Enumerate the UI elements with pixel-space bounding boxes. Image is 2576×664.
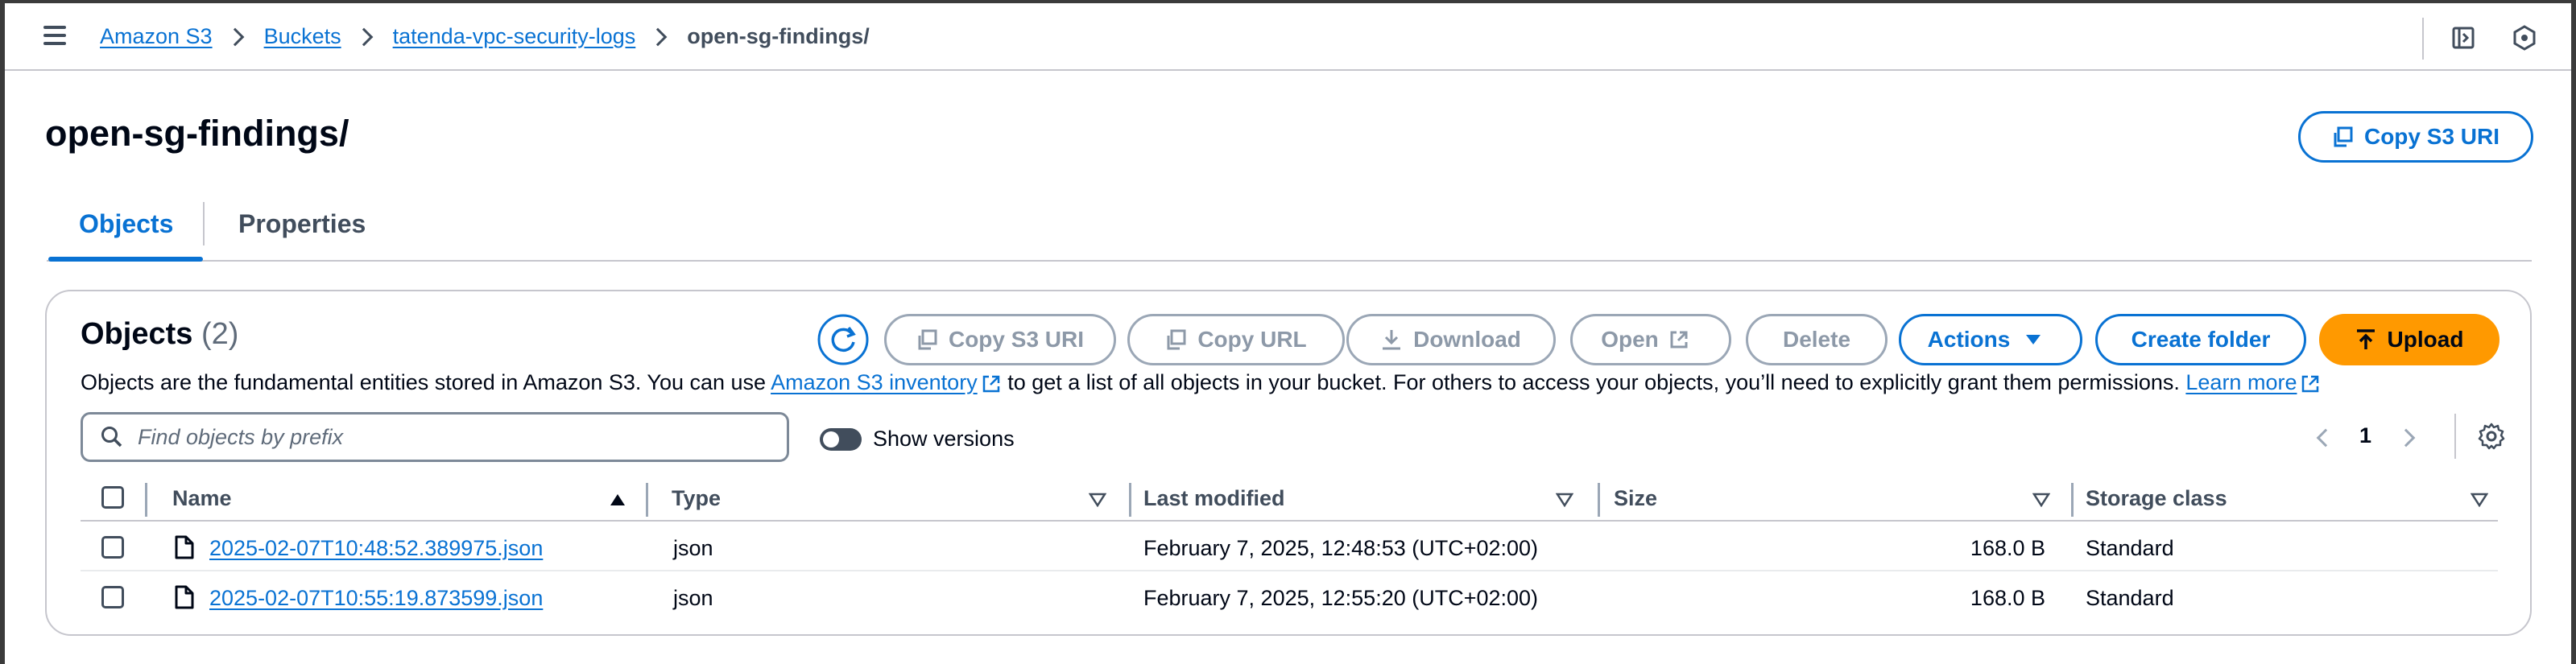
object-last-modified: February 7, 2025, 12:48:53 (UTC+02:00) bbox=[1143, 536, 1539, 560]
copy-icon bbox=[2334, 126, 2353, 147]
object-size: 168.0 B bbox=[1970, 536, 2045, 560]
previous-page-icon[interactable] bbox=[2316, 428, 2335, 447]
description-text-1: Objects are the fundamental entities sto… bbox=[81, 370, 771, 394]
open-label: Open bbox=[1601, 327, 1659, 352]
upload-label: Upload bbox=[2387, 327, 2464, 352]
external-link-icon[interactable] bbox=[2300, 373, 2321, 394]
sort-descending-icon[interactable] bbox=[1556, 493, 1573, 507]
refresh-icon[interactable] bbox=[817, 313, 870, 366]
object-name-link[interactable]: 2025-02-07T10:55:19.873599.json bbox=[209, 586, 543, 611]
object-last-modified: February 7, 2025, 12:55:20 (UTC+02:00) bbox=[1143, 586, 1539, 610]
column-header-last-modified[interactable]: Last modified bbox=[1143, 486, 1285, 511]
delete-label: Delete bbox=[1782, 327, 1851, 352]
tab-objects[interactable]: Objects bbox=[79, 209, 173, 239]
copy-url-button[interactable]: Copy URL bbox=[1127, 314, 1345, 365]
copy-icon bbox=[918, 329, 937, 350]
column-divider bbox=[1598, 483, 1600, 517]
menu-icon[interactable] bbox=[43, 26, 68, 47]
object-type: json bbox=[673, 586, 713, 610]
download-button[interactable]: Download bbox=[1346, 314, 1556, 365]
chevron-right-icon bbox=[648, 27, 668, 46]
next-page-icon[interactable] bbox=[2396, 428, 2416, 447]
objects-panel: Objects (2) Copy S3 URI Copy URL Downloa… bbox=[45, 290, 2532, 636]
sidebar-toggle-icon[interactable] bbox=[2450, 24, 2477, 52]
copy-icon bbox=[1167, 329, 1186, 350]
active-tab-indicator bbox=[48, 257, 203, 262]
page-number[interactable]: 1 bbox=[2359, 423, 2371, 448]
download-label: Download bbox=[1413, 327, 1521, 352]
gear-icon[interactable] bbox=[2477, 422, 2506, 451]
column-header-name[interactable]: Name bbox=[172, 486, 232, 511]
breadcrumb-bucket[interactable]: tatenda-vpc-security-logs bbox=[393, 24, 636, 49]
copy-s3-uri-header-button[interactable]: Copy S3 URI bbox=[2298, 111, 2533, 163]
column-header-size[interactable]: Size bbox=[1614, 486, 1657, 511]
column-divider bbox=[145, 483, 147, 517]
show-versions-label: Show versions bbox=[873, 427, 1015, 451]
object-type: json bbox=[673, 536, 713, 560]
row-checkbox[interactable] bbox=[101, 586, 124, 608]
table-header: Name Type Last modified Size Storage cla… bbox=[81, 476, 2498, 522]
breadcrumb: Amazon S3 Buckets tatenda-vpc-security-l… bbox=[100, 24, 870, 49]
objects-description: Objects are the fundamental entities sto… bbox=[81, 370, 2321, 395]
row-checkbox[interactable] bbox=[101, 536, 124, 559]
page-title: open-sg-findings/ bbox=[45, 113, 349, 154]
create-folder-label: Create folder bbox=[2131, 327, 2271, 352]
objects-heading-label: Objects bbox=[81, 317, 193, 351]
divider bbox=[2454, 414, 2456, 459]
copy-s3-uri-label: Copy S3 URI bbox=[2363, 124, 2500, 149]
actions-dropdown-button[interactable]: Actions bbox=[1899, 314, 2082, 365]
search-icon bbox=[101, 427, 122, 447]
table-row[interactable]: 2025-02-07T10:48:52.389975.json json Feb… bbox=[81, 523, 2498, 571]
description-text-2: to get a list of all objects in your buc… bbox=[1001, 370, 2186, 394]
objects-count: (2) bbox=[201, 317, 239, 351]
column-divider bbox=[1129, 483, 1131, 517]
object-storage-class: Standard bbox=[2086, 586, 2174, 610]
settings-hex-icon[interactable] bbox=[2511, 24, 2538, 52]
divider bbox=[203, 202, 205, 245]
copy-url-label: Copy URL bbox=[1197, 327, 1307, 352]
file-icon bbox=[175, 585, 194, 609]
open-button[interactable]: Open bbox=[1570, 314, 1731, 365]
tab-properties[interactable]: Properties bbox=[238, 209, 366, 239]
column-header-type[interactable]: Type bbox=[672, 486, 721, 511]
search-box bbox=[81, 412, 789, 462]
s3-inventory-link[interactable]: Amazon S3 inventory bbox=[771, 370, 978, 394]
tab-bar: Objects Properties bbox=[47, 189, 2532, 262]
sort-descending-icon[interactable] bbox=[2471, 493, 2488, 507]
actions-label: Actions bbox=[1927, 327, 2011, 352]
chevron-right-icon bbox=[225, 27, 244, 46]
breadcrumb-amazon-s3[interactable]: Amazon S3 bbox=[100, 24, 213, 49]
sort-descending-icon[interactable] bbox=[1089, 493, 1106, 507]
learn-more-link[interactable]: Learn more bbox=[2185, 370, 2297, 394]
table-row[interactable]: 2025-02-07T10:55:19.873599.json json Feb… bbox=[81, 573, 2498, 621]
create-folder-button[interactable]: Create folder bbox=[2095, 314, 2306, 365]
show-versions-toggle[interactable] bbox=[820, 428, 862, 451]
search-input[interactable] bbox=[138, 424, 750, 450]
delete-button[interactable]: Delete bbox=[1746, 314, 1888, 365]
column-header-storage-class[interactable]: Storage class bbox=[2086, 486, 2227, 511]
upload-icon bbox=[2356, 329, 2375, 349]
column-divider bbox=[2071, 483, 2074, 517]
objects-heading: Objects (2) bbox=[81, 317, 238, 352]
external-link-icon bbox=[1670, 331, 1688, 348]
divider bbox=[2422, 18, 2424, 60]
copy-s3-uri-button[interactable]: Copy S3 URI bbox=[884, 314, 1116, 365]
copy-s3-uri-label: Copy S3 URI bbox=[948, 327, 1085, 352]
breadcrumb-current: open-sg-findings/ bbox=[687, 24, 870, 48]
file-icon bbox=[175, 535, 194, 559]
external-link-icon[interactable] bbox=[981, 373, 1002, 394]
column-divider bbox=[646, 483, 648, 517]
sort-descending-icon[interactable] bbox=[2032, 493, 2050, 507]
breadcrumb-buckets[interactable]: Buckets bbox=[264, 24, 341, 49]
select-all-checkbox[interactable] bbox=[101, 486, 124, 509]
object-size: 168.0 B bbox=[1970, 586, 2045, 610]
sort-ascending-icon[interactable] bbox=[609, 493, 626, 507]
download-icon bbox=[1383, 330, 1401, 350]
object-storage-class: Standard bbox=[2086, 536, 2174, 560]
caret-down-icon bbox=[2026, 335, 2041, 344]
top-navigation-bar: Amazon S3 Buckets tatenda-vpc-security-l… bbox=[5, 3, 2571, 71]
object-name-link[interactable]: 2025-02-07T10:48:52.389975.json bbox=[209, 536, 543, 561]
upload-button[interactable]: Upload bbox=[2319, 314, 2500, 365]
chevron-right-icon bbox=[354, 27, 373, 46]
